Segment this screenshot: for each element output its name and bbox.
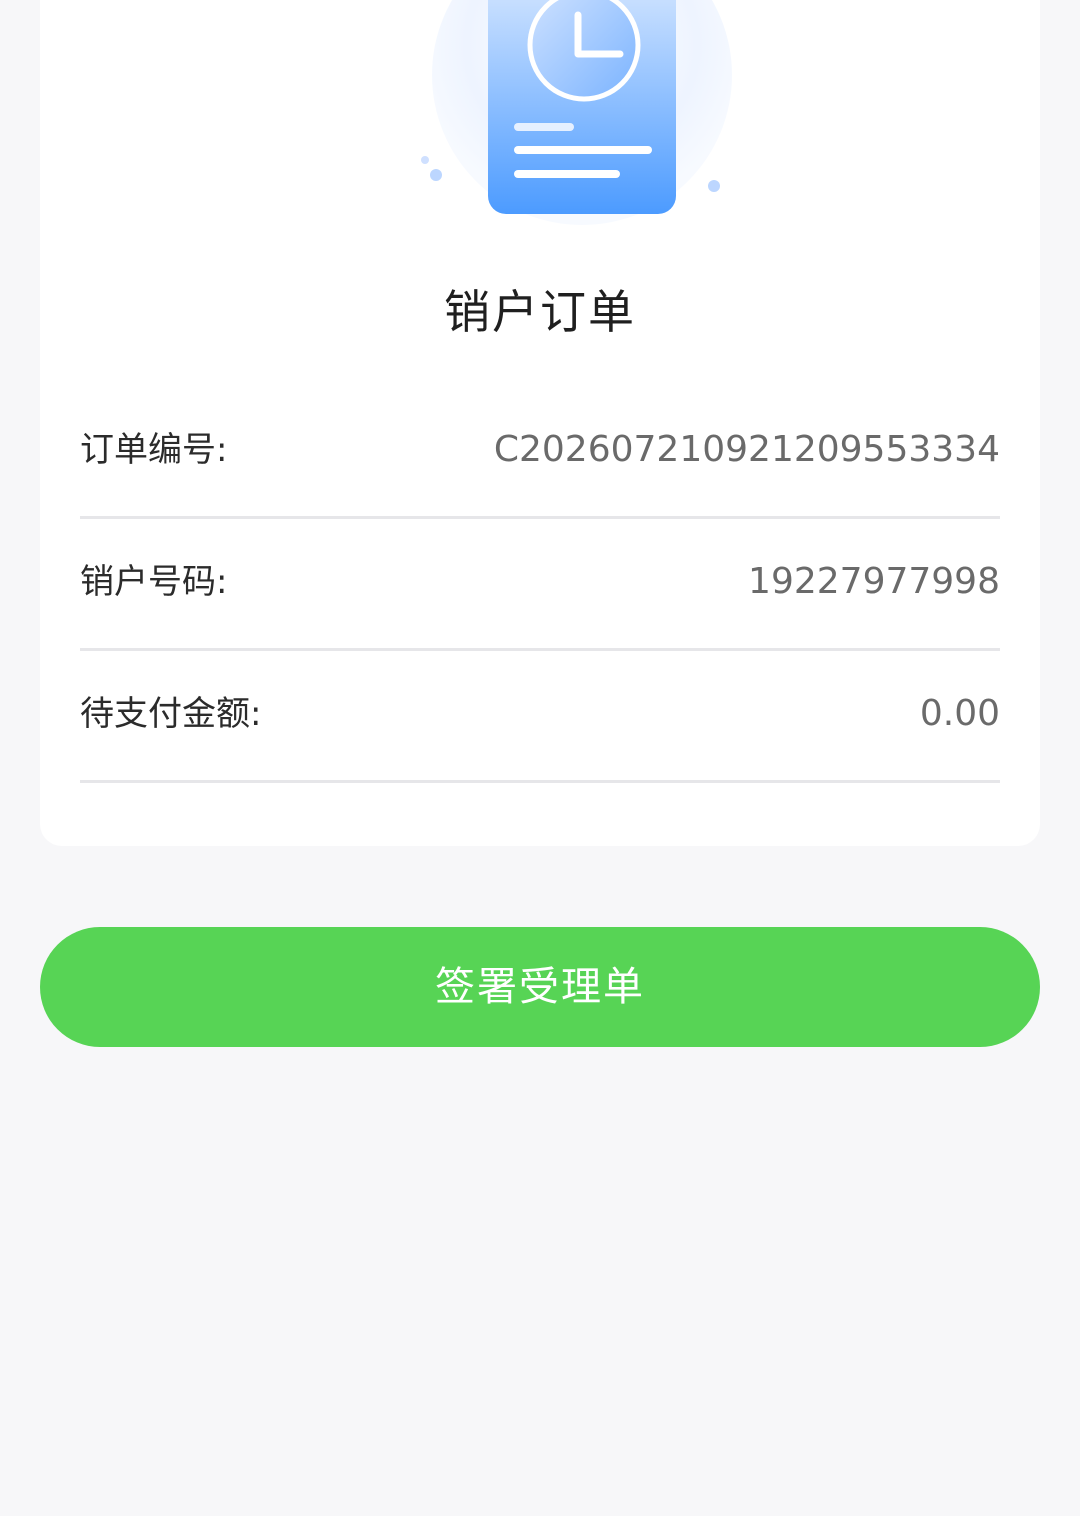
amount-due-label: 待支付金额:: [80, 694, 262, 734]
account-number-row: 销户号码: 19227977998: [80, 516, 1000, 651]
page-title: 销户订单: [444, 285, 636, 339]
account-number-label: 销户号码:: [80, 562, 228, 602]
order-number-row: 订单编号: C202607210921209553334: [80, 384, 1000, 519]
order-number-value: C202607210921209553334: [493, 429, 1000, 470]
order-number-label: 订单编号:: [80, 430, 228, 470]
amount-due-value: 0.00: [919, 693, 1000, 734]
sign-form-button[interactable]: 签署受理单: [40, 927, 1040, 1047]
amount-due-row: 待支付金额: 0.00: [80, 648, 1000, 783]
order-clock-icon: [421, 0, 732, 225]
order-card: 销户订单 订单编号: C202607210921209553334 销户号码: …: [40, 0, 1040, 846]
account-number-value: 19227977998: [748, 561, 1000, 602]
